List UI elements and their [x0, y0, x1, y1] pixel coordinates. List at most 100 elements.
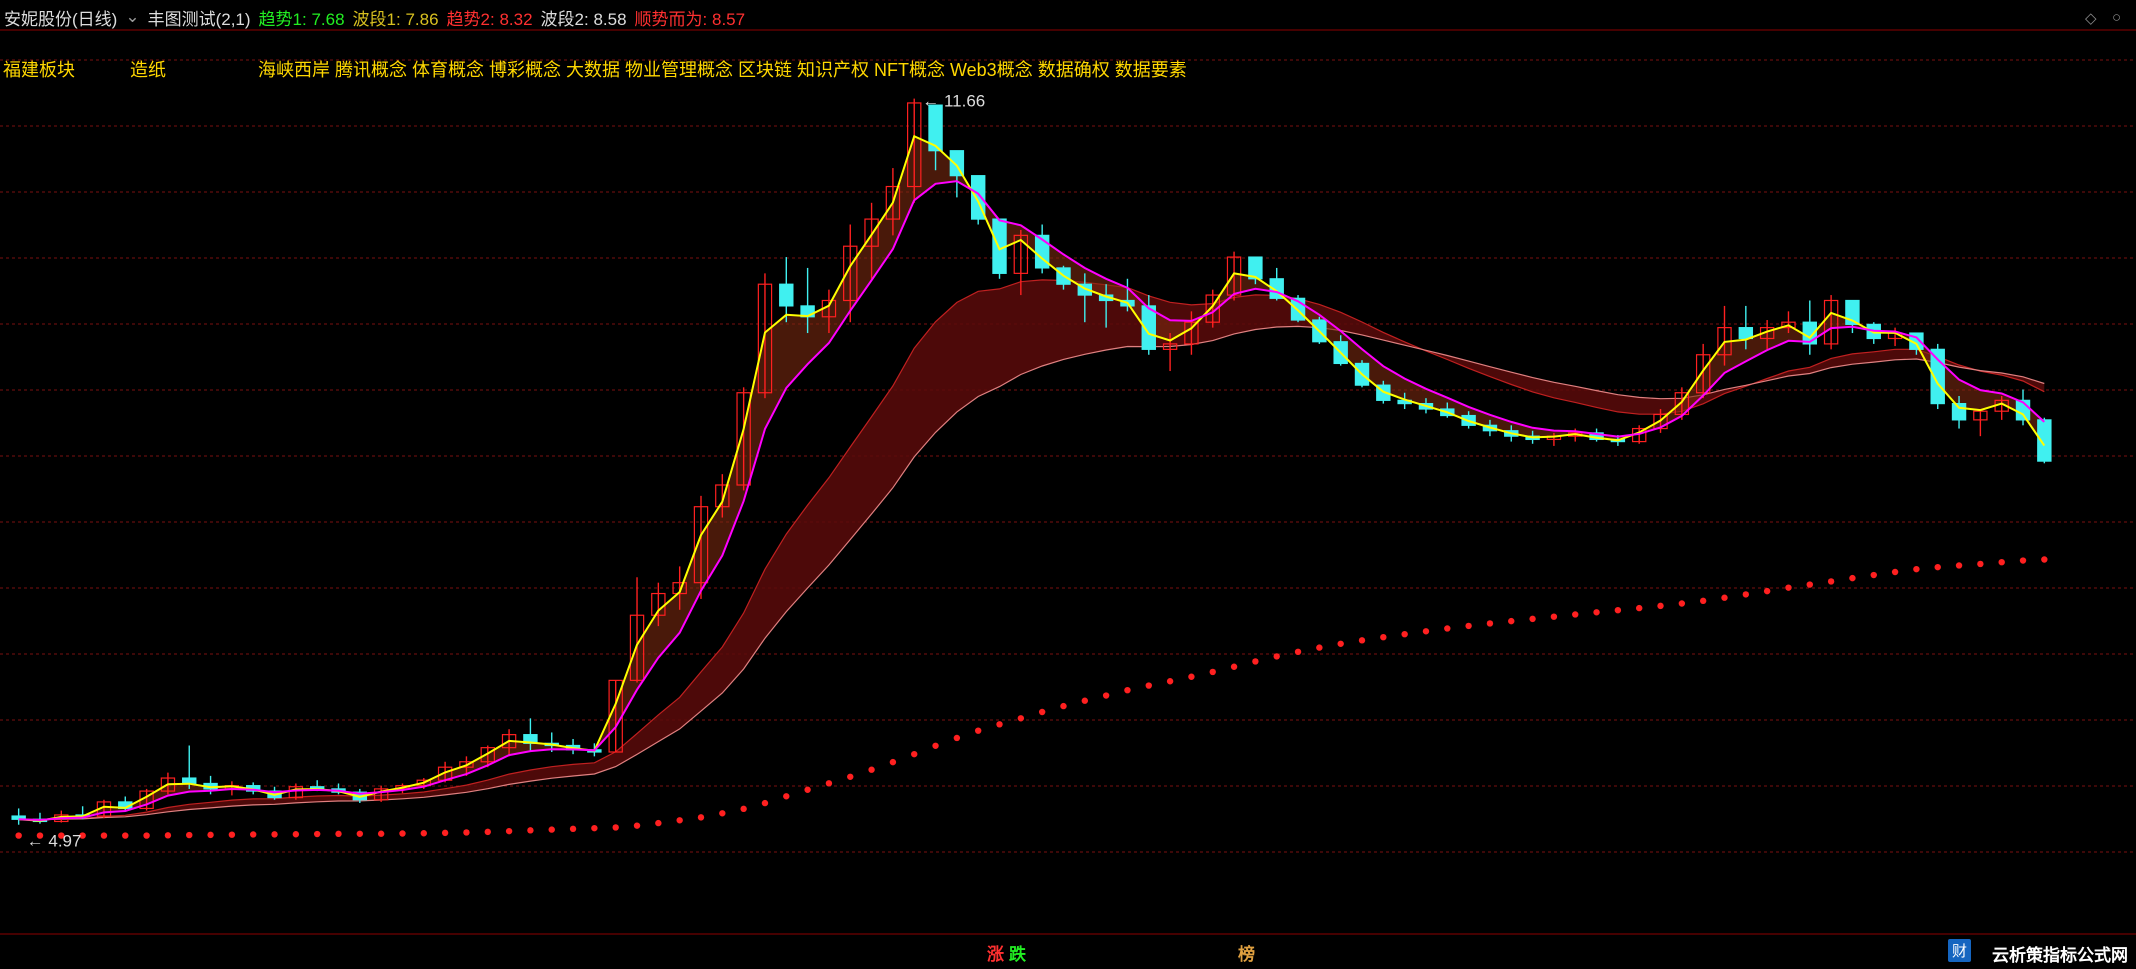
stop-dot: [505, 827, 513, 835]
stop-dot: [548, 826, 555, 833]
stop-dot: [1188, 673, 1195, 680]
stop-dot: [1977, 560, 1984, 568]
stop-dot: [143, 832, 150, 839]
stop-dot: [953, 734, 961, 742]
stop-dot: [1891, 568, 1899, 576]
stop-dot: [250, 831, 257, 838]
stop-dot: [1870, 571, 1877, 579]
stop-dot: [868, 766, 875, 773]
themes-label: 海峡西岸 腾讯概念 体育概念 博彩概念 大数据 物业管理概念 区块链 知识产权 …: [258, 60, 1187, 80]
indicator-value-3: 波段2: 8.58: [540, 9, 627, 29]
trend-line-2: [18, 325, 2045, 821]
stop-dot: [847, 773, 854, 780]
stop-dot: [783, 793, 790, 800]
stop-dot: [1401, 630, 1408, 638]
stop-dot: [2019, 557, 2027, 564]
indicator-value-1: 波段1: 7.86: [352, 9, 439, 29]
stop-dot: [612, 824, 619, 831]
stop-dot: [377, 830, 385, 837]
stop-dot: [1337, 640, 1344, 647]
stop-dot: [207, 831, 214, 839]
stop-dot: [1998, 558, 2005, 566]
stop-dot: [399, 830, 406, 837]
stop-dot: [591, 824, 598, 832]
stop-dot: [1955, 562, 1963, 569]
brand-label: 云析策指标公式网: [1992, 946, 2128, 965]
stop-dot: [569, 825, 577, 833]
stop-dot: [932, 742, 939, 749]
stop-dot: [1358, 637, 1366, 644]
stop-dot: [633, 822, 641, 829]
stop-dot: [825, 780, 833, 787]
stop-dot: [1124, 686, 1131, 694]
stop-dot: [1742, 591, 1750, 598]
stop-dot: [1508, 617, 1515, 625]
candlestick-chart: ← 11.66 ← 4.97: [0, 29, 2136, 935]
stop-dot: [292, 831, 300, 838]
stop-dot: [1102, 692, 1110, 699]
stop-dot: [1465, 622, 1472, 630]
stop-dot: [441, 829, 449, 837]
candle-body: [779, 283, 794, 307]
stop-dot: [1273, 653, 1280, 660]
stop-dot: [1252, 658, 1259, 665]
stop-dot: [804, 786, 811, 793]
stop-dot: [974, 727, 982, 734]
zhang-tag[interactable]: 涨: [987, 940, 1004, 965]
candle-body: [1951, 402, 1967, 421]
stop-dot: [1529, 615, 1536, 623]
stop-dot: [1593, 609, 1600, 616]
stop-dot: [15, 832, 22, 839]
die-tag[interactable]: 跌: [1009, 940, 1026, 965]
stop-dot: [1294, 648, 1302, 656]
stop-dot: [527, 827, 534, 834]
stop-dot: [1678, 600, 1686, 607]
wave-ribbon: [18, 136, 2045, 821]
stop-dot: [271, 831, 278, 838]
stop-dot: [1017, 715, 1025, 722]
stop-dot: [761, 799, 769, 807]
low-price-label: ← 4.97: [27, 832, 82, 851]
diamond-icon[interactable]: ◇: [2085, 9, 2097, 27]
stop-dot: [1721, 594, 1728, 601]
stop-dot: [1145, 682, 1152, 689]
stop-dot: [228, 831, 236, 838]
stop-dot: [719, 810, 726, 817]
stop-dot: [1614, 606, 1622, 614]
ma-slow-line: [18, 180, 2045, 822]
stop-dot: [1806, 581, 1813, 588]
stop-dot: [420, 830, 427, 837]
stop-dot: [1422, 628, 1430, 635]
stop-dot: [1486, 620, 1494, 627]
stop-dot: [164, 832, 172, 839]
stop-dot: [1316, 644, 1323, 651]
stop-dot: [1081, 697, 1089, 704]
stop-dot: [122, 832, 129, 839]
indicator-title[interactable]: 丰图测试(2,1): [148, 5, 251, 30]
stop-dot: [740, 805, 747, 813]
stop-dot: [1209, 668, 1216, 676]
stop-dot: [356, 830, 364, 837]
stop-dot: [1550, 613, 1558, 620]
stop-dot: [1060, 702, 1067, 710]
stop-dot: [1444, 625, 1451, 632]
stop-dot: [1785, 584, 1792, 591]
stop-dot: [186, 831, 193, 839]
stop-dot: [1380, 633, 1387, 641]
stop-dot: [1827, 578, 1835, 585]
stop-dot: [100, 832, 108, 839]
cai-badge[interactable]: 财: [1948, 939, 1972, 962]
bang-tag[interactable]: 榜: [1238, 940, 1255, 965]
stop-dot: [1657, 602, 1664, 610]
indicator-value-2: 趋势2: 8.32: [446, 9, 533, 29]
close-icon[interactable]: ○: [2112, 9, 2121, 26]
stop-dot: [1913, 565, 1920, 573]
candle-body: [182, 777, 197, 785]
stop-dot: [1849, 574, 1856, 582]
stock-title[interactable]: 安妮股份(日线): [4, 5, 117, 30]
chevron-down-icon[interactable]: ⌄: [125, 7, 139, 27]
stop-dot: [1038, 708, 1046, 716]
stop-dot: [1572, 611, 1579, 618]
stop-dot: [2041, 556, 2048, 563]
indicator-value-0: 趋势1: 7.68: [258, 9, 345, 29]
